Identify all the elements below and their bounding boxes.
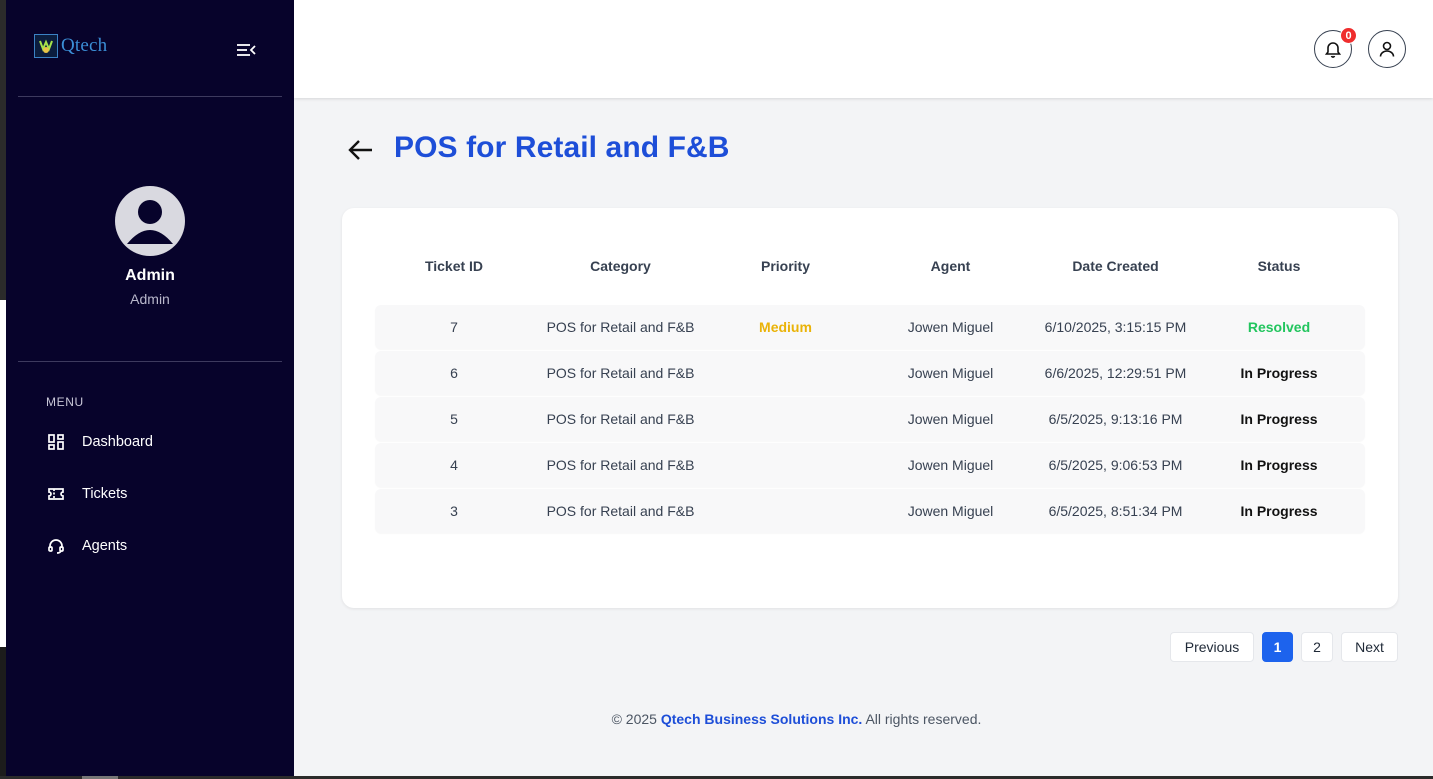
sidebar-item-agents[interactable]: Agents	[46, 536, 127, 556]
status-badge: In Progress	[1240, 365, 1318, 381]
notification-count-badge: 0	[1340, 27, 1357, 44]
user-menu-button[interactable]	[1368, 30, 1406, 68]
agent-cell: Jowen Miguel	[907, 411, 994, 427]
footer: © 2025 Qtech Business Solutions Inc. All…	[294, 711, 1299, 727]
page-1-button[interactable]: 1	[1262, 632, 1293, 662]
bell-icon	[1325, 42, 1341, 58]
agent-cell: Jowen Miguel	[907, 457, 994, 473]
category-cell: POS for Retail and F&B	[546, 457, 695, 473]
dashboard-icon	[46, 432, 66, 452]
category-cell: POS for Retail and F&B	[546, 365, 695, 381]
table-row[interactable]: 3 POS for Retail and F&B Jowen Miguel 6/…	[375, 489, 1365, 533]
footer-copyright: © 2025	[611, 711, 661, 727]
ticket-id-cell: 4	[450, 457, 458, 473]
sidebar-item-label: Dashboard	[82, 434, 153, 450]
table-header: Ticket ID Category Priority Agent Date C…	[375, 258, 1365, 278]
next-page-button[interactable]: Next	[1341, 632, 1398, 662]
back-button[interactable]	[345, 136, 375, 164]
date-cell: 6/6/2025, 12:29:51 PM	[1044, 365, 1187, 381]
user-icon	[1379, 41, 1395, 57]
sidebar: Qtech Admin Admin MENU Dashboard Tickets…	[6, 0, 294, 776]
sidebar-item-label: Tickets	[82, 486, 128, 502]
column-header: Category	[590, 258, 651, 274]
tickets-table-card: Ticket ID Category Priority Agent Date C…	[342, 208, 1398, 608]
topbar: 0	[294, 0, 1433, 98]
date-cell: 6/10/2025, 3:15:15 PM	[1044, 319, 1187, 335]
sidebar-divider	[18, 96, 282, 97]
table-row[interactable]: 6 POS for Retail and F&B Jowen Miguel 6/…	[375, 351, 1365, 395]
column-header: Status	[1257, 258, 1301, 274]
brand-logo[interactable]: Qtech	[34, 34, 107, 58]
menu-label: MENU	[46, 395, 84, 409]
status-badge: In Progress	[1240, 457, 1318, 473]
arrow-left-icon	[348, 140, 372, 160]
category-cell: POS for Retail and F&B	[546, 503, 695, 519]
headset-icon	[46, 536, 66, 556]
column-header: Agent	[930, 258, 971, 274]
ticket-id-cell: 7	[450, 319, 458, 335]
date-cell: 6/5/2025, 9:13:16 PM	[1048, 411, 1183, 427]
ticket-icon	[46, 484, 66, 504]
brand-name: Qtech	[61, 35, 108, 56]
sidebar-divider	[18, 361, 282, 362]
status-badge: In Progress	[1240, 411, 1318, 427]
sidebar-item-label: Agents	[82, 538, 128, 554]
agent-cell: Jowen Miguel	[907, 365, 994, 381]
table-row[interactable]: 4 POS for Retail and F&B Jowen Miguel 6/…	[375, 443, 1365, 487]
notifications-button[interactable]: 0	[1314, 27, 1357, 68]
ticket-id-cell: 5	[450, 411, 458, 427]
avatar	[115, 186, 185, 256]
date-cell: 6/5/2025, 9:06:53 PM	[1048, 457, 1183, 473]
ticket-id-cell: 6	[450, 365, 458, 381]
table-row[interactable]: 7 POS for Retail and F&B Medium Jowen Mi…	[375, 305, 1365, 349]
category-cell: POS for Retail and F&B	[546, 411, 695, 427]
agent-cell: Jowen Miguel	[907, 319, 994, 335]
footer-company-link[interactable]: Qtech Business Solutions Inc.	[661, 711, 862, 727]
page-2-button[interactable]: 2	[1301, 632, 1333, 662]
agent-cell: Jowen Miguel	[907, 503, 994, 519]
profile-role: Admin	[130, 291, 170, 307]
sidebar-item-dashboard[interactable]: Dashboard	[46, 432, 153, 452]
column-header: Priority	[760, 258, 810, 274]
date-cell: 6/5/2025, 8:51:34 PM	[1048, 503, 1183, 519]
collapse-sidebar-icon[interactable]	[234, 38, 258, 62]
table-row[interactable]: 5 POS for Retail and F&B Jowen Miguel 6/…	[375, 397, 1365, 441]
ticket-id-cell: 3	[450, 503, 458, 519]
profile-name: Admin	[125, 267, 175, 284]
sidebar-item-tickets[interactable]: Tickets	[46, 484, 127, 504]
logo-icon	[34, 34, 58, 58]
footer-rights: All rights reserved.	[862, 711, 982, 727]
priority-cell: Medium	[759, 319, 812, 335]
status-badge: In Progress	[1240, 503, 1318, 519]
previous-page-button[interactable]: Previous	[1170, 632, 1254, 662]
status-badge: Resolved	[1247, 319, 1311, 335]
column-header: Ticket ID	[424, 258, 484, 274]
page-title: POS for Retail and F&B	[394, 131, 730, 164]
column-header: Date Created	[1072, 258, 1159, 274]
category-cell: POS for Retail and F&B	[546, 319, 695, 335]
